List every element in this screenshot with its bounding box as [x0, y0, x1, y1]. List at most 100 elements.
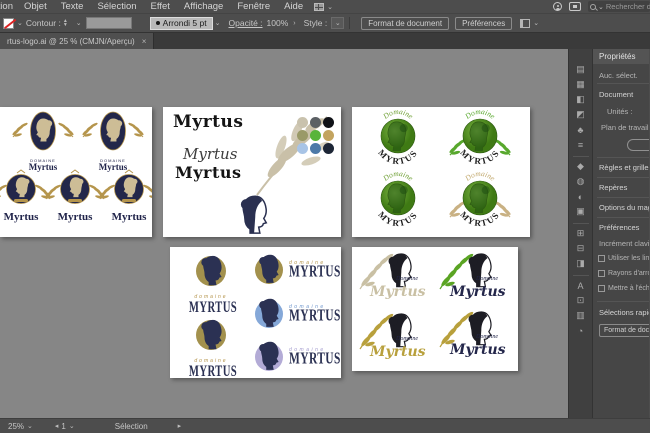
stroke-label: Contour : — [26, 18, 61, 28]
section-snap-options[interactable]: Options du magnétisme — [599, 203, 649, 212]
chevron-down-icon[interactable]: ⌄ — [215, 19, 221, 27]
prev-artboard-icon[interactable]: ◂ — [55, 422, 59, 430]
edit-artboards-button[interactable] — [627, 139, 649, 151]
artboard-medallion-logos[interactable]: domaine MYRTUS domaine MYRTUS domaine MY… — [170, 247, 341, 378]
green-circle-logo: Domaine MYRTUS — [448, 171, 512, 236]
history-icon[interactable]: ◔ — [573, 324, 589, 337]
workspace-switcher[interactable]: ⌄ — [314, 3, 333, 11]
brush-definition-dropdown[interactable]: Arrondi 5 pt — [150, 17, 213, 30]
fill-color-swatch[interactable] — [3, 18, 14, 29]
medallion-logo-stacked: domaine MYRTUS — [184, 317, 238, 377]
palette-swatch-8 — [323, 143, 334, 154]
checkbox-icon[interactable] — [598, 285, 605, 292]
artboard-label: Plan de travail : — [601, 123, 649, 132]
zoom-control[interactable]: 25% ⌄ — [8, 422, 33, 431]
panel-icon-strip: ▤ ▦ ◧ ◩ ♣ ≡ ◆ ◍ ◐ ▣ ⊞ ⊟ ◨ A ⊡ ▥ ◔ — [568, 49, 592, 418]
palette-swatch-7 — [310, 143, 321, 154]
transform-icon[interactable]: ⊡ — [573, 294, 589, 307]
menu-item-1[interactable]: Objet — [17, 1, 54, 12]
myrtus-title-bold-2: Myrtus — [175, 163, 241, 182]
medallion-logo-stacked: domaine MYRTUS — [184, 253, 238, 313]
menu-item-7[interactable]: Aide — [277, 1, 310, 12]
section-rulers-grids[interactable]: Règles et grilles — [599, 163, 649, 172]
medallion-logo-horizontal: domaine MYRTUS — [252, 297, 341, 331]
brush-value: Arrondi 5 pt — [163, 18, 207, 28]
document-tab[interactable]: rtus-logo.ai @ 25 % (CMJN/Aperçu) × — [0, 33, 154, 50]
sketch-name-text: Myrtus — [450, 343, 506, 357]
palette-swatch-1 — [310, 117, 321, 128]
checkbox-icon[interactable] — [598, 255, 605, 262]
sketch-logo: Domaine Myrtus — [436, 251, 514, 307]
transparency-icon[interactable]: ◐ — [573, 190, 589, 203]
menu-item-6[interactable]: Fenêtre — [230, 1, 277, 12]
palette-swatch-3 — [297, 130, 308, 141]
units-label: Unités : — [607, 107, 632, 116]
medallion-name-text: MYRTUS — [189, 363, 233, 378]
menu-item-4[interactable]: Effet — [144, 1, 177, 12]
tab-properties[interactable]: Propriétés — [593, 49, 649, 64]
cameo-logo: DOMAINE Myrtus — [82, 109, 144, 172]
symbols-icon[interactable]: ◆ — [573, 160, 589, 173]
color-guide-icon[interactable]: ◩ — [573, 108, 589, 121]
libraries-icon[interactable]: ▦ — [573, 78, 589, 91]
swatches-icon[interactable]: ♣ — [573, 123, 589, 136]
artboard-navigation[interactable]: ◂ 1 ⌄ — [55, 422, 75, 431]
medallion-name-text: MYRTUS — [189, 299, 233, 314]
sketch-name-text: Myrtus — [370, 345, 426, 359]
canvas[interactable]: DOMAINE Myrtus DOMAINE Myrtus Myrtus — [0, 49, 568, 418]
artboard-number: 1 — [61, 422, 65, 431]
help-search-input[interactable]: ⌄ Rechercher dans — [588, 1, 650, 12]
section-guides[interactable]: Repères — [599, 183, 627, 192]
woman-profile-sketch — [235, 193, 281, 237]
account-icon[interactable] — [553, 2, 562, 11]
asset-export-icon[interactable]: ⊞ — [573, 227, 589, 240]
close-icon[interactable]: × — [142, 37, 147, 46]
cameo-graphic — [44, 169, 106, 207]
artboards-icon[interactable]: ▤ — [573, 63, 589, 76]
style-dropdown[interactable]: ⌄ — [331, 17, 344, 29]
green-circle-logo: Domaine MYRTUS — [448, 109, 512, 174]
sketch-name-text: Myrtus — [370, 285, 426, 299]
menu-item-0[interactable]: Édition — [0, 1, 17, 12]
checkbox-icon[interactable] — [598, 270, 605, 277]
brushes-icon[interactable]: ≡ — [573, 138, 589, 151]
menu-item-3[interactable]: Sélection — [90, 1, 143, 12]
width-profile-dropdown[interactable] — [86, 17, 132, 29]
align-icon[interactable]: ▥ — [573, 309, 589, 322]
color-palette — [297, 117, 334, 154]
section-preferences: Préférences — [599, 223, 639, 232]
artboard-sketch-logos[interactable]: Domaine Myrtus Domaine Myrtus Domaine My… — [352, 247, 518, 371]
artboard-cameo-logos[interactable]: DOMAINE Myrtus DOMAINE Myrtus Myrtus — [0, 107, 152, 237]
checkbox-label: Rayons d'arrondis — [608, 270, 649, 277]
opacity-value[interactable]: 100% — [267, 18, 289, 28]
preference-checkbox-2[interactable]: Mettre à l'échelle — [598, 285, 649, 292]
cameo-logo: DOMAINE Myrtus — [12, 109, 74, 172]
next-artboard-icon[interactable]: ▸ — [178, 422, 182, 430]
appearance-icon[interactable]: ◨ — [573, 257, 589, 270]
character-icon[interactable]: A — [573, 279, 589, 292]
style-label: Style : — [304, 18, 328, 28]
document-setup-button[interactable]: Format de document — [361, 17, 449, 30]
layers-icon[interactable]: ▣ — [573, 205, 589, 218]
quick-action-button[interactable]: Format de document — [599, 324, 649, 337]
stroke-stepper[interactable]: ▲▼ — [63, 19, 68, 27]
preference-checkbox-1[interactable]: Rayons d'arrondis — [598, 270, 649, 277]
cameo-name-text: Myrtus — [44, 212, 106, 224]
color-icon[interactable]: ◧ — [573, 93, 589, 106]
stroke-width-dropdown[interactable]: ⌄ — [76, 19, 82, 27]
artboard-green-logos[interactable]: Domaine MYRTUS Domaine MYRTUS Domaine MY… — [352, 107, 530, 237]
status-bar: 25% ⌄ ◂ 1 ⌄ Sélection ▸ — [0, 418, 650, 433]
chevron-down-icon[interactable]: ⌄ — [533, 19, 539, 27]
gradient-icon[interactable]: ◍ — [573, 175, 589, 188]
pathfinder-icon[interactable]: ⊟ — [573, 242, 589, 255]
artboard-typography-palette[interactable]: Myrtus Myrtus Myrtus — [163, 107, 341, 237]
preference-checkbox-0[interactable]: Utiliser les limites d'aperçu — [598, 255, 649, 262]
opacity-label[interactable]: Opacité : — [229, 18, 263, 28]
gallery-icon[interactable] — [569, 2, 581, 11]
preferences-button[interactable]: Préférences — [455, 17, 512, 30]
sketch-domaine-text: Domaine — [396, 336, 418, 342]
medallion-graphic — [252, 340, 286, 374]
menu-item-2[interactable]: Texte — [54, 1, 91, 12]
panel-options-icon[interactable] — [520, 19, 530, 28]
menu-item-5[interactable]: Affichage — [177, 1, 230, 12]
